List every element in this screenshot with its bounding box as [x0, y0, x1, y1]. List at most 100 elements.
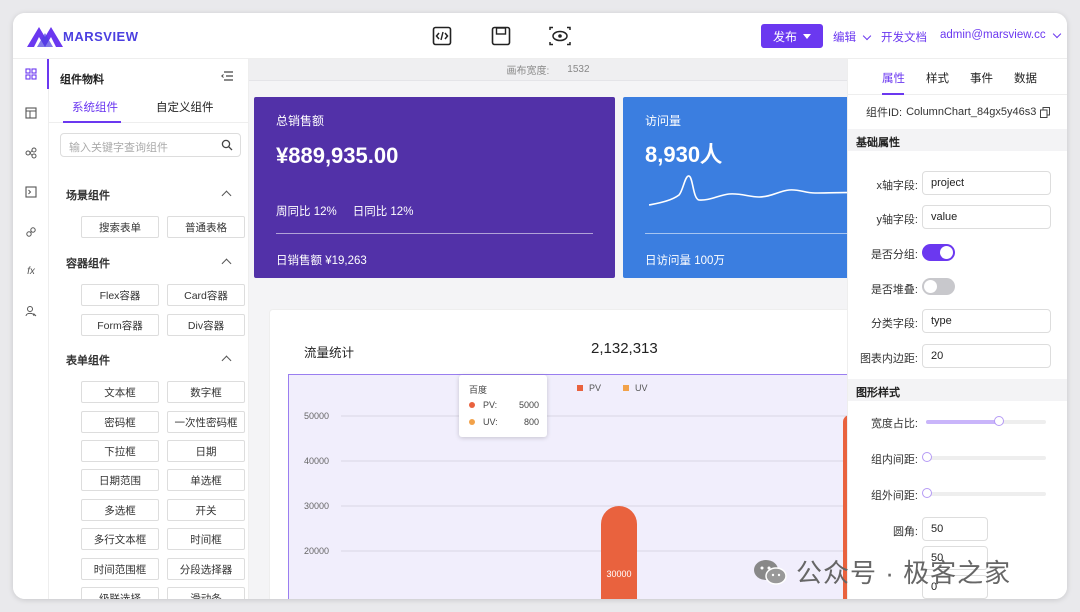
user-label: admin@marsview.cc: [940, 29, 1046, 41]
chevron-up-icon[interactable]: [221, 258, 232, 269]
bar-pv[interactable]: [601, 506, 637, 599]
legend-label: UV: [635, 383, 648, 393]
preview-icon[interactable]: [549, 25, 571, 47]
save-icon[interactable]: [490, 25, 512, 47]
tab-custom-components[interactable]: 自定义组件: [156, 99, 214, 115]
tab-ink-bar: [63, 121, 121, 123]
user-menu[interactable]: admin@marsview.cc: [940, 29, 1061, 41]
group-title-scene[interactable]: 场景组件: [66, 187, 110, 203]
logo-mark-icon: [27, 27, 63, 47]
edit-menu[interactable]: 编辑: [833, 29, 872, 45]
docs-link[interactable]: 开发文档: [881, 29, 927, 45]
publish-button[interactable]: 发布: [761, 24, 823, 48]
tab-data[interactable]: 数据: [1014, 70, 1037, 86]
code-icon[interactable]: [431, 25, 453, 47]
canvas-width-label: 画布宽度:: [506, 66, 550, 77]
card-footer: 日访问量 100万: [645, 255, 725, 267]
component-item[interactable]: 日期: [167, 440, 245, 462]
group-title-container[interactable]: 容器组件: [66, 255, 110, 271]
layout-icon[interactable]: [23, 105, 39, 121]
component-item[interactable]: 多选框: [81, 499, 159, 521]
component-item[interactable]: 数字框: [167, 381, 245, 403]
section-shape[interactable]: 图形样式: [848, 379, 1067, 401]
field-label: x轴字段:: [876, 180, 918, 192]
component-item[interactable]: 日期范围: [81, 469, 159, 491]
component-item[interactable]: 文本框: [81, 381, 159, 403]
card-footer: 日销售额 ¥19,263: [276, 255, 367, 267]
component-item[interactable]: 多行文本框: [81, 528, 159, 550]
slider-thumb[interactable]: [922, 452, 932, 462]
radius-input[interactable]: 50: [922, 517, 988, 541]
component-item[interactable]: 单选框: [167, 469, 245, 491]
y-tick-label: 20000: [304, 546, 329, 556]
slider-label: 组外间距:: [870, 490, 918, 502]
stack-toggle[interactable]: [922, 278, 955, 295]
collapse-menu-icon[interactable]: [221, 71, 233, 81]
terminal-icon[interactable]: [23, 184, 39, 200]
component-item[interactable]: Form容器: [81, 314, 159, 336]
outer-gap-slider[interactable]: [922, 488, 1046, 498]
tooltip-value: 800: [523, 417, 539, 427]
slider-thumb[interactable]: [922, 488, 932, 498]
visits-card[interactable]: 访问量 8,930人 日访问量 100万: [623, 97, 847, 278]
api-icon[interactable]: [23, 224, 39, 240]
component-item[interactable]: 开关: [167, 499, 245, 521]
group-toggle[interactable]: [922, 244, 955, 261]
edit-label: 编辑: [833, 32, 856, 44]
component-search-input[interactable]: 输入关键字查询组件: [60, 133, 241, 157]
legend-item-uv[interactable]: UV: [623, 383, 648, 393]
tooltip-dot: [469, 402, 475, 408]
component-item[interactable]: 一次性密码框: [167, 411, 245, 433]
width-ratio-slider[interactable]: [926, 416, 1046, 426]
group-title-form[interactable]: 表单组件: [66, 352, 110, 368]
watermark-text: 公众号 · 极客之家: [796, 558, 1012, 588]
function-icon[interactable]: fx: [23, 263, 39, 279]
bar-label: 30000: [606, 569, 631, 579]
component-item[interactable]: 普通表格: [167, 216, 245, 238]
chevron-up-icon[interactable]: [221, 190, 232, 201]
padding-input[interactable]: 20: [922, 344, 1051, 368]
sales-card[interactable]: 总销售额 ¥889,935.00 周同比 12% 日同比 12% 日销售额 ¥1…: [254, 97, 615, 278]
tab-props[interactable]: 属性: [882, 70, 905, 86]
app-window: MARSVIEW 发布 编辑 开发文档 admin@marsview.cc fx…: [13, 13, 1067, 599]
user-icon[interactable]: [23, 303, 39, 319]
caret-down-icon: [803, 33, 811, 39]
tab-system-components[interactable]: 系统组件: [72, 99, 118, 115]
card-ratios: 周同比 12% 日同比 12%: [276, 203, 413, 219]
component-item[interactable]: 级联选择: [81, 587, 159, 599]
copy-icon[interactable]: [1040, 106, 1051, 118]
tab-style[interactable]: 样式: [926, 70, 949, 86]
components-icon[interactable]: [23, 66, 39, 82]
field-label: 是否分组:: [870, 249, 918, 261]
week-ratio: 周同比 12%: [276, 206, 337, 218]
slider-thumb[interactable]: [994, 416, 1004, 426]
component-item[interactable]: 下拉框: [81, 440, 159, 462]
component-item[interactable]: Flex容器: [81, 284, 159, 306]
chevron-up-icon[interactable]: [221, 355, 232, 366]
component-item[interactable]: 搜索表单: [81, 216, 159, 238]
component-item[interactable]: Card容器: [167, 284, 245, 306]
wechat-icon: [754, 559, 787, 585]
legend-item-pv[interactable]: PV: [577, 383, 601, 393]
chevron-down-icon: [862, 31, 872, 40]
inner-gap-slider[interactable]: [922, 452, 1046, 462]
component-item[interactable]: 分段选择器: [167, 558, 245, 580]
component-item[interactable]: Div容器: [167, 314, 245, 336]
tab-events[interactable]: 事件: [970, 70, 993, 86]
component-item[interactable]: 滑动条: [167, 587, 245, 599]
tab-ink-bar: [882, 93, 904, 95]
design-canvas[interactable]: 画布宽度: 1532 总销售额 ¥889,935.00 周同比 12% 日同比 …: [249, 59, 847, 599]
logo[interactable]: MARSVIEW: [27, 23, 139, 49]
component-item[interactable]: 时间范围框: [81, 558, 159, 580]
category-field-input[interactable]: type: [922, 309, 1051, 333]
section-basic[interactable]: 基础属性: [848, 129, 1067, 151]
component-tabs: 系统组件 自定义组件: [49, 99, 248, 123]
x-field-input[interactable]: project: [922, 171, 1051, 195]
tree-icon[interactable]: [23, 145, 39, 161]
field-label: 圆角:: [892, 526, 918, 538]
component-item[interactable]: 时间框: [167, 528, 245, 550]
y-field-input[interactable]: value: [922, 205, 1051, 229]
chevron-down-icon: [1052, 29, 1061, 38]
component-item[interactable]: 密码框: [81, 411, 159, 433]
search-icon[interactable]: [221, 139, 233, 151]
